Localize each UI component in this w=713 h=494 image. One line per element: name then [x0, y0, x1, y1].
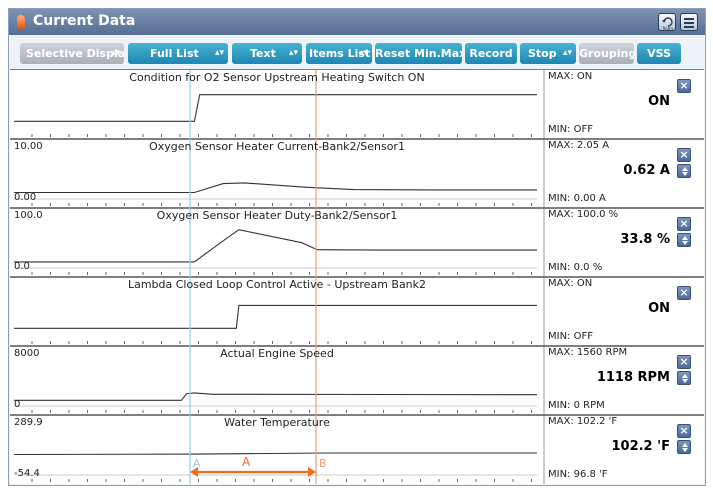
cursor-a-label: A	[193, 457, 201, 470]
max-value: MAX: 2.05 A	[548, 140, 610, 151]
scale-adjust-button[interactable]	[677, 371, 691, 385]
toolbar: Selective Display ▴▾ Full List ▴▾ Text ▴▾ I…	[9, 35, 705, 69]
scale-max: 8000	[14, 348, 40, 359]
selective-display-dropdown[interactable]: Selective Display ▴▾	[20, 43, 124, 64]
close-chart-button[interactable]: ×	[677, 355, 691, 369]
close-icon: ×	[679, 217, 689, 230]
scale-min: 0.00	[14, 192, 37, 203]
current-value: 102.2 'F	[611, 439, 670, 454]
close-icon: ×	[679, 79, 689, 92]
reset-min-max-label: Reset Min.Max	[375, 47, 462, 60]
max-value: MAX: 102.2 'F	[548, 416, 618, 427]
grouping-button[interactable]: Grouping	[579, 43, 634, 64]
retry-label: Retry	[663, 26, 674, 31]
current-value: ON	[648, 301, 670, 316]
trace-line	[14, 94, 537, 122]
close-icon: ×	[679, 424, 689, 437]
scale-min: -54.4	[14, 468, 40, 479]
stop-label: Stop	[528, 47, 557, 60]
trace-line	[13, 452, 537, 456]
close-chart-button[interactable]: ×	[677, 424, 691, 438]
vss-label: VSS	[647, 47, 671, 60]
trace-line	[14, 229, 537, 263]
close-icon: ×	[679, 286, 689, 299]
scale-adjust-button[interactable]	[677, 440, 691, 454]
stop-dropdown[interactable]: Stop ▴▾	[520, 43, 576, 64]
close-chart-button[interactable]: ×	[677, 79, 691, 93]
min-value: MIN: OFF	[548, 331, 593, 342]
min-value: MIN: OFF	[548, 124, 593, 135]
range-label: A	[242, 455, 251, 469]
double-arrow-icon	[682, 167, 688, 171]
selective-display-label: Selective Display	[26, 47, 124, 60]
max-value: MAX: 1560 RPM	[548, 347, 628, 358]
vss-button[interactable]: VSS	[637, 43, 681, 64]
max-value: MAX: ON	[548, 71, 593, 82]
chart-title: Lambda Closed Loop Control Active - Upst…	[127, 278, 427, 291]
arrow-right-head	[308, 467, 316, 477]
chart-title: Oxygen Sensor Heater Current-Bank2/Senso…	[149, 140, 405, 153]
close-chart-button[interactable]: ×	[677, 286, 691, 300]
close-chart-button[interactable]: ×	[677, 148, 691, 162]
current-value: 0.62 A	[623, 163, 670, 178]
text-label: Text	[250, 47, 276, 60]
scale-min: 0	[14, 399, 21, 410]
double-arrow-icon	[682, 241, 688, 245]
updown-caret-icon: ▴▾	[214, 48, 224, 58]
scale-adjust-button[interactable]	[677, 233, 691, 247]
items-list-dropdown[interactable]: Items List ▴▾	[306, 43, 372, 64]
chart-title: Condition for O2 Sensor Upstream Heating…	[129, 71, 425, 84]
current-value: 1118 RPM	[596, 370, 670, 385]
cursor-b-label: B	[319, 457, 327, 470]
trace-line	[14, 392, 538, 401]
min-value: MIN: 0.0 %	[548, 262, 603, 273]
full-list-label: Full List	[150, 47, 199, 60]
record-button[interactable]: Record	[465, 43, 517, 64]
chart-title: Water Temperature	[224, 416, 330, 429]
chart-title: Oxygen Sensor Heater Duty-Bank2/Sensor1	[156, 209, 398, 222]
chart-title: Actual Engine Speed	[220, 347, 334, 360]
double-arrow-icon	[682, 374, 688, 378]
close-icon: ×	[679, 355, 689, 368]
current-data-window: Current Data Retry Selective Display ▴▾ F…	[8, 8, 706, 486]
double-arrow-icon	[682, 379, 688, 383]
retry-button[interactable]: Retry	[658, 13, 676, 31]
scale-adjust-button[interactable]	[677, 164, 691, 178]
scale-max: 289.9	[14, 417, 43, 428]
double-arrow-icon	[682, 172, 688, 176]
scale-max: 10.00	[14, 141, 43, 152]
reset-min-max-button[interactable]: Reset Min.Max	[375, 43, 462, 64]
updown-caret-icon: ▴▾	[288, 48, 298, 58]
full-list-dropdown[interactable]: Full List ▴▾	[128, 43, 228, 64]
double-arrow-icon	[682, 443, 688, 447]
window-title: Current Data	[33, 13, 136, 29]
title-indicator-icon	[17, 15, 25, 29]
close-icon: ×	[679, 148, 689, 161]
retry-icon: Retry	[662, 17, 674, 31]
grouping-label: Grouping	[579, 47, 634, 60]
title-bar: Current Data Retry	[9, 9, 705, 35]
record-label: Record	[469, 47, 513, 60]
max-value: MAX: 100.0 %	[548, 209, 619, 220]
max-value: MAX: ON	[548, 278, 593, 289]
close-chart-button[interactable]: ×	[677, 217, 691, 231]
current-value: 33.8 %	[620, 232, 670, 247]
min-value: MIN: 96.8 'F	[548, 469, 608, 480]
updown-caret-icon: ▴▾	[110, 48, 120, 58]
graph-panel: Condition for O2 Sensor Upstream Heating…	[10, 69, 704, 484]
updown-caret-icon: ▴▾	[358, 48, 368, 58]
min-value: MIN: 0 RPM	[548, 400, 605, 411]
scale-min: 0.0	[14, 261, 30, 272]
current-value: ON	[648, 94, 670, 109]
double-arrow-icon	[682, 236, 688, 240]
trace-line	[14, 182, 537, 194]
menu-button[interactable]	[680, 13, 698, 31]
updown-caret-icon: ▴▾	[562, 48, 572, 58]
min-value: MIN: 0.00 A	[548, 193, 606, 204]
scale-max: 100.0	[14, 210, 43, 221]
trace-line	[14, 304, 537, 329]
double-arrow-icon	[682, 448, 688, 452]
text-dropdown[interactable]: Text ▴▾	[232, 43, 302, 64]
menu-icon	[684, 18, 694, 28]
